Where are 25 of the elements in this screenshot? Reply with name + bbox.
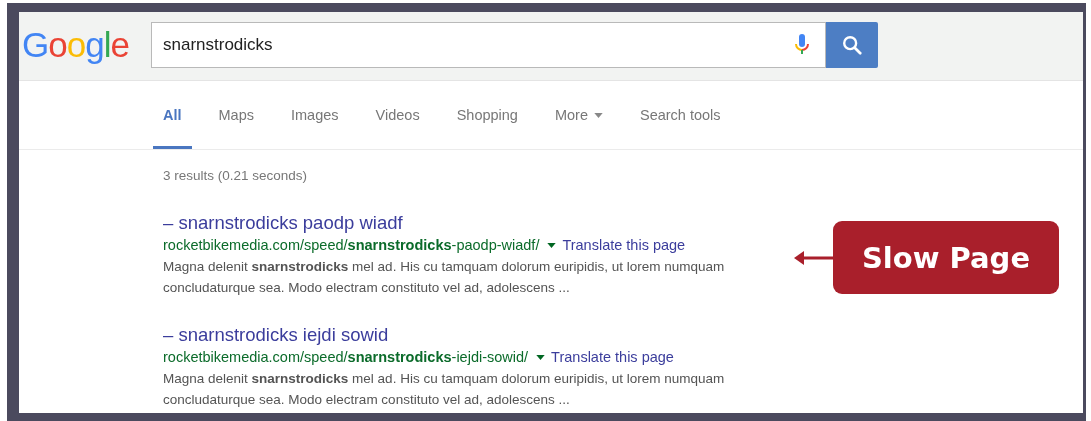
result-url: rocketbikemedia.com/speed/snarnstrodicks-iejdi-sowid/: [163, 348, 529, 367]
search-query: snarnstrodicks: [163, 35, 274, 55]
callout-label: Slow Page: [833, 221, 1059, 294]
google-logo: Google: [22, 25, 130, 65]
more-menu[interactable]: More: [544, 81, 613, 149]
search-tab[interactable]: Maps: [208, 81, 264, 149]
search-field[interactable]: snarnstrodicks: [151, 22, 826, 68]
result-stats: 3 results (0.21 seconds): [163, 167, 309, 185]
search-button[interactable]: [826, 22, 878, 68]
search-tab[interactable]: Videos: [365, 81, 430, 149]
result-snippet: Magna delenit snarnstrodicks mel ad. His cu tamquam dolorum euripidis, ut lorem numquam concludaturque sea. Modo electram constituto vel ad, adolescens ...: [163, 370, 726, 409]
translate-link[interactable]: Translate this page: [562, 235, 686, 256]
search-icon: [841, 34, 863, 56]
result-title-link[interactable]: – snarnstrodicks iejdi sowid: [163, 323, 1083, 347]
caret-icon[interactable]: [547, 243, 557, 248]
search-tab[interactable]: Shopping: [446, 81, 528, 149]
search-tab[interactable]: All: [153, 81, 192, 149]
search-tab[interactable]: Images: [281, 81, 349, 149]
result-snippet: Magna delenit snarnstrodicks mel ad. His cu tamquam dolorum euripidis, ut lorem numquam concludaturque sea. Modo electram constituto vel ad, adolescens ...: [163, 258, 726, 297]
caret-icon[interactable]: [536, 355, 546, 360]
caret-icon: [593, 112, 603, 118]
translate-link[interactable]: Translate this page: [551, 347, 674, 368]
microphone-icon[interactable]: [793, 33, 811, 57]
result-url: rocketbikemedia.com/speed/snarnstrodicks-paodp-wiadf/: [163, 236, 540, 255]
search-tools-button[interactable]: Search tools: [629, 81, 731, 149]
